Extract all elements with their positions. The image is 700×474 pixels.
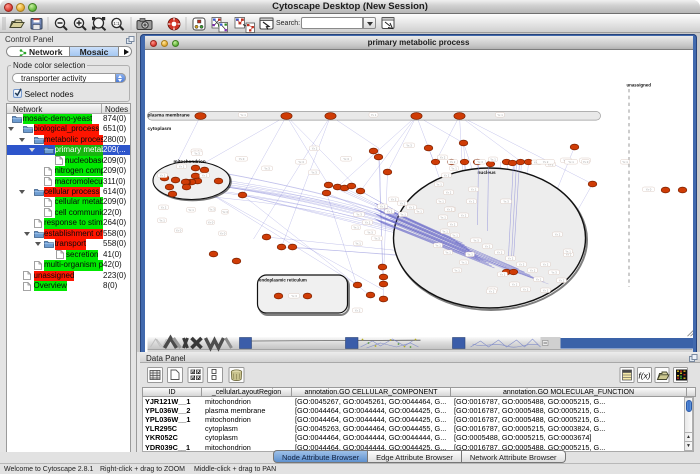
svg-text:Yx 2: Yx 2 [488,290,494,294]
svg-text:Yx 1: Yx 1 [451,167,457,171]
svg-text:Yx 2: Yx 2 [386,210,392,214]
svg-text:Yx 1: Yx 1 [370,113,376,117]
svg-text:Yx 3: Yx 3 [367,231,373,235]
svg-text:Yx 1: Yx 1 [440,216,446,220]
svg-text:Yx 1: Yx 1 [435,244,441,248]
svg-text:unassigned: unassigned [626,83,651,88]
svg-text:plasma membrane: plasma membrane [147,113,189,119]
svg-text:Yx 1: Yx 1 [565,250,571,254]
svg-text:Yx 1: Yx 1 [461,261,467,265]
svg-text:Yx 3: Yx 3 [356,213,362,217]
svg-text:cytoplasm: cytoplasm [147,126,171,132]
svg-text:Yx 3: Yx 3 [477,160,483,164]
svg-text:Yx 0: Yx 0 [582,160,588,164]
svg-text:Yx 1: Yx 1 [159,219,165,223]
svg-text:Yx 2: Yx 2 [542,289,548,293]
svg-text:Yx 2: Yx 2 [511,283,517,287]
svg-text:Yx 1: Yx 1 [436,183,442,187]
svg-text:Yx 2: Yx 2 [364,221,370,225]
svg-text:Yx 2: Yx 2 [439,156,445,160]
svg-text:Yx 2: Yx 2 [558,279,564,283]
svg-text:Yx 2: Yx 2 [379,205,385,209]
svg-text:Yx 2: Yx 2 [518,263,524,267]
svg-text:Yx 3: Yx 3 [343,157,349,161]
svg-text:Yx 1: Yx 1 [568,160,574,164]
svg-text:Yx 1: Yx 1 [442,230,448,234]
svg-text:Yx 1: Yx 1 [454,269,460,273]
svg-text:Yx 2: Yx 2 [554,233,560,237]
svg-text:endoplasmic reticulum: endoplasmic reticulum [259,278,307,283]
svg-text:Yx 2: Yx 2 [529,269,535,273]
svg-text:Yx 2: Yx 2 [390,198,396,202]
svg-text:Yx 1: Yx 1 [400,213,406,217]
svg-text:Yx 3: Yx 3 [473,239,479,243]
svg-text:Yx 1: Yx 1 [445,251,451,255]
svg-text:Yx 2: Yx 2 [399,202,405,206]
svg-text:Yx 2: Yx 2 [445,191,451,195]
svg-text:Yx 2: Yx 2 [449,223,455,227]
svg-text:Yx 2: Yx 2 [160,206,166,210]
svg-text:Yx 0: Yx 0 [207,221,213,225]
svg-text:Yx 2: Yx 2 [542,263,548,267]
svg-text:Yx 0: Yx 0 [175,229,181,233]
svg-text:Yx 3: Yx 3 [264,167,270,171]
svg-text:Yx 1: Yx 1 [497,113,503,117]
svg-text:Yx 2: Yx 2 [201,174,207,178]
svg-text:Yx 2: Yx 2 [468,200,474,204]
svg-text:Yx 1: Yx 1 [355,242,361,246]
svg-text:Yx 1: Yx 1 [240,113,246,117]
svg-text:Yx 0: Yx 0 [219,232,225,236]
svg-text:Yx 3: Yx 3 [374,237,380,241]
svg-text:Yx 2: Yx 2 [408,206,414,210]
svg-text:Yx 3: Yx 3 [311,171,317,175]
svg-text:Yx 3: Yx 3 [291,294,297,298]
svg-text:Yx 3: Yx 3 [298,160,304,164]
svg-text:Yx 3: Yx 3 [503,200,509,204]
svg-text:Yx 3: Yx 3 [209,208,215,212]
svg-text:Yx 3: Yx 3 [222,210,228,214]
svg-text:Yx 1: Yx 1 [490,158,496,162]
svg-text:Yx 2: Yx 2 [178,165,184,169]
svg-text:Yx 2: Yx 2 [159,174,165,178]
svg-text:Yx 0: Yx 0 [645,188,651,192]
svg-text:Yx 2: Yx 2 [484,245,490,249]
svg-text:Yx 1: Yx 1 [416,210,422,214]
svg-text:f(x): f(x) [638,371,650,381]
svg-text:Yx 2: Yx 2 [542,160,548,164]
svg-text:Yx 2: Yx 2 [446,208,452,212]
svg-text:Yx 1: Yx 1 [467,253,473,257]
svg-text:Yx 2: Yx 2 [535,278,541,282]
svg-text:nucleus: nucleus [477,170,495,176]
svg-text:Yx 3: Yx 3 [551,271,557,275]
svg-text:1:1: 1:1 [113,21,120,26]
svg-text:Yx 2: Yx 2 [311,147,317,151]
svg-text:Yx 2: Yx 2 [460,214,466,218]
svg-text:Yx 2: Yx 2 [522,288,528,292]
svg-text:Yx 2: Yx 2 [443,174,449,178]
svg-text:Yx 2: Yx 2 [496,251,502,255]
svg-text:Yx 1: Yx 1 [452,234,458,238]
svg-text:Yx 3: Yx 3 [406,144,412,148]
svg-text:Yx 3: Yx 3 [194,152,200,156]
svg-text:Yx 0: Yx 0 [238,157,244,161]
svg-text:mitochondrion: mitochondrion [173,159,205,164]
svg-text:Yx 1: Yx 1 [353,226,359,230]
svg-text:Yx 2: Yx 2 [507,257,513,261]
svg-text:Yx 1: Yx 1 [188,208,194,212]
svg-text:Yx 2: Yx 2 [470,188,476,192]
svg-text:Yx 1: Yx 1 [622,160,628,164]
svg-text:Yx 2: Yx 2 [499,273,505,277]
svg-text:Yx 2: Yx 2 [354,309,360,313]
svg-text:Yx 1: Yx 1 [438,200,444,204]
svg-text:Yx 2: Yx 2 [449,160,455,164]
